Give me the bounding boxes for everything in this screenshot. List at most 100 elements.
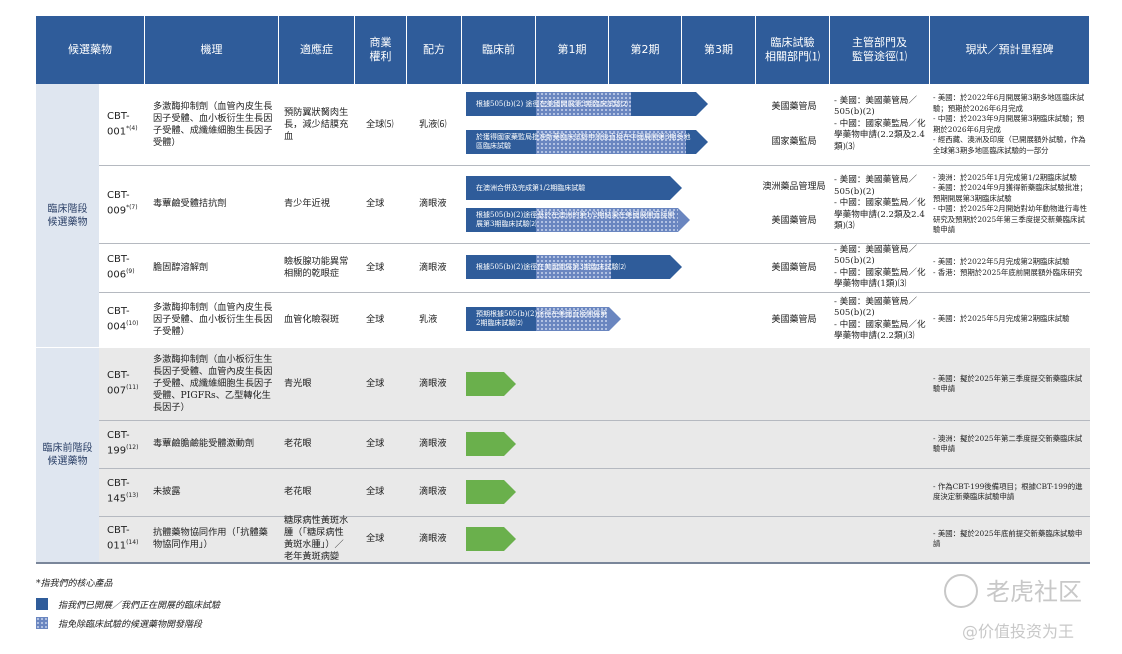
- mechanism: 毒蕈鹼受體拮抗劑: [153, 198, 227, 209]
- trial-arrow: 於獲得國家藥監局批准新藥臨床試驗申請後直接在中國展開第3期多地區臨床試驗: [466, 130, 708, 154]
- legend-conducted-swatch: [36, 598, 48, 610]
- header-phase2: 第2期: [609, 16, 682, 84]
- header-candidate: 候選藥物: [36, 16, 145, 84]
- candidate-id: CBT- 145(13): [107, 468, 147, 516]
- regulatory-pathway: - 美國：美國藥管局／505(b)(2) - 中國：國家藥監局／化學藥物申請(2…: [834, 95, 926, 152]
- candidate-footnote: *(7): [126, 204, 138, 212]
- rights: 全球: [366, 533, 385, 544]
- candidate-id: CBT- 199(12): [107, 420, 147, 468]
- header-preclinical: 臨床前: [462, 16, 536, 84]
- trial-arrow-tip: [670, 255, 682, 279]
- rights: 全球: [366, 378, 385, 389]
- trial-arrow-label: 在澳洲合併及完成第1/2期臨床試驗: [476, 183, 586, 192]
- trial-arrow-body: 於獲得國家藥監局批准新藥臨床試驗申請後直接在中國展開第3期多地區臨床試驗: [466, 130, 696, 154]
- formulation: 滴眼液: [419, 261, 447, 273]
- legend-exempt-swatch: [36, 617, 48, 629]
- rights: 全球: [366, 198, 385, 209]
- legend-core: *指我們的核心產品: [36, 579, 113, 589]
- candidate-id: CBT- 006(9): [107, 243, 147, 292]
- candidate-id: CBT- 007(11): [107, 348, 147, 420]
- formulation: 滴眼液: [419, 533, 447, 544]
- header-rights: 商業 權利: [355, 16, 407, 84]
- formulation: 乳液: [419, 313, 438, 325]
- status: - 美國：於2022年5月完成第2期臨床試驗 - 香港：預期於2025年底前開展…: [933, 257, 1083, 277]
- candidate-footnote: (9): [126, 267, 135, 275]
- formulation: 乳液⑹: [419, 118, 447, 130]
- trial-arrow-tip: [609, 307, 621, 331]
- trial-arrow-label: 根據505(b)(2)途徑在美國開展第3期臨床試驗⑵: [476, 262, 626, 271]
- mechanism: 毒蕈鹼膽鹼能受體激動劑: [153, 438, 255, 449]
- candidate-id: CBT- 009*(7): [107, 165, 147, 243]
- watermark-logo-icon: [944, 574, 978, 608]
- rights: 全球⑸: [366, 118, 394, 130]
- regulatory-pathway: - 美國：美國藥管局／505(b)(2) - 中國：國家藥監局／化學藥物申請(2…: [834, 296, 926, 342]
- preclinical-arrow-body: [466, 527, 504, 551]
- clinical-dept: 國家藥監局: [771, 137, 817, 148]
- indication: 瞼板腺功能異常相關的乾眼症: [284, 255, 349, 279]
- status: - 澳洲：於2025年1月完成第1/2期臨床試驗 - 美國：於2024年9月獲得…: [933, 172, 1087, 235]
- indication: 血管化瞼裂斑: [284, 313, 340, 325]
- candidate-footnote: (14): [126, 539, 139, 547]
- regulatory-pathway: - 美國：美國藥管局／505(b)(2) - 中國：國家藥監局／化學藥物申請(1…: [834, 244, 926, 290]
- trial-arrow: 在澳洲合併及完成第1/2期臨床試驗: [466, 176, 682, 200]
- status: - 作為CBT-199後備項目；根據CBT-199的進度決定新藥臨床試驗申請: [933, 481, 1083, 502]
- status: - 美國：擬於2025年第三季度提交新藥臨床試驗申請: [933, 373, 1083, 394]
- rights: 全球: [366, 486, 385, 497]
- mechanism: 未披露: [153, 486, 181, 497]
- trial-arrow-label: 根據505(b)(2) 途徑在美國開展第3期臨床試驗⑵: [476, 99, 628, 108]
- header-phase1: 第1期: [536, 16, 609, 84]
- rights: 全球: [366, 313, 385, 325]
- trial-arrow-body: 在澳洲合併及完成第1/2期臨床試驗: [466, 176, 670, 200]
- trial-arrow-tip: [678, 208, 690, 232]
- clinical-dept: 美國藥管局: [771, 262, 817, 273]
- trial-arrow-tip: [696, 130, 708, 154]
- preclinical-arrow-tip: [504, 372, 516, 396]
- trial-arrow-label: 根據505(b)(2)途徑基於在澳洲的第1/2期結果在美國展開直接開展第3期臨床…: [476, 211, 675, 228]
- trial-arrow: 預期根據505(b)(2)途徑在美國直接開展第2期臨床試驗⑵: [466, 307, 621, 331]
- indication: 預防翼狀胬肉生長，減少結膜充血: [284, 106, 349, 142]
- candidate-footnote: (12): [126, 444, 139, 452]
- trial-arrow-body: 預期根據505(b)(2)途徑在美國直接開展第2期臨床試驗⑵: [466, 307, 609, 331]
- indication: 青少年近視: [284, 198, 330, 209]
- trial-arrow: 根據505(b)(2)途徑基於在澳洲的第1/2期結果在美國展開直接開展第3期臨床…: [466, 208, 690, 232]
- formulation: 滴眼液: [419, 198, 447, 209]
- formulation: 滴眼液: [419, 438, 447, 449]
- header-clinical-dept: 臨床試驗 相關部門⑴: [756, 16, 830, 84]
- candidate-footnote: (10): [126, 319, 139, 327]
- formulation: 滴眼液: [419, 486, 447, 497]
- preclinical-arrow-tip: [504, 527, 516, 551]
- trial-arrow-label: 於獲得國家藥監局批准新藥臨床試驗申請後直接在中國展開第3期多地區臨床試驗: [476, 133, 691, 150]
- status: - 美國：擬於2025年底前提交新藥臨床試驗申請: [933, 528, 1083, 549]
- clinical-dept: 美國藥管局: [771, 314, 817, 325]
- trial-arrow: 根據505(b)(2)途徑在美國開展第3期臨床試驗⑵: [466, 255, 682, 279]
- preclinical-arrow-body: [466, 432, 504, 456]
- status: - 澳洲：擬於2025年第二季度提交新藥臨床試驗申請: [933, 433, 1083, 454]
- trial-arrow-body: 根據505(b)(2) 途徑在美國開展第3期臨床試驗⑵: [466, 92, 696, 116]
- indication: 老花眼: [284, 438, 312, 449]
- rights: 全球: [366, 261, 385, 273]
- status: - 美國：於2025年5月完成第2期臨床試驗: [933, 314, 1070, 324]
- status: - 美國：於2022年6月開展第3期多地區臨床試驗；預期於2026年6月完成 -…: [933, 93, 1086, 155]
- legend-exempt: 指免除臨床試驗的候選藥物開發階段: [58, 620, 203, 630]
- trial-arrow: 根據505(b)(2) 途徑在美國開展第3期臨床試驗⑵: [466, 92, 708, 116]
- header-indication: 適應症: [279, 16, 355, 84]
- preclinical-arrow: [466, 480, 516, 504]
- watermark-logo: 老虎社区: [986, 578, 1082, 606]
- candidate-footnote: *(4): [126, 124, 138, 132]
- header-regulatory: 主管部門及 監管途徑⑴: [830, 16, 930, 84]
- candidate-id: CBT- 004(10): [107, 292, 147, 347]
- mechanism: 多激酶抑制劑（血小板衍生生長因子受體、血管內皮生長因子受體、成纖維細胞生長因子受…: [153, 354, 273, 413]
- stage-clinical: 臨床階段 候選藥物: [47, 203, 88, 228]
- mechanism: 多激酶抑制劑（血管內皮生長因子受體、血小板衍生生長因子受體）: [153, 301, 273, 337]
- candidate-footnote: (13): [126, 492, 139, 500]
- mechanism: 抗體藥物協同作用（「抗體藥物協同作用」）: [153, 527, 268, 550]
- header-formulation: 配方: [407, 16, 462, 84]
- stage-preclinical: 臨床前階段 候選藥物: [42, 443, 93, 467]
- clinical-dept: 美國藥管局: [771, 101, 817, 112]
- preclinical-arrow: [466, 432, 516, 456]
- mechanism: 多激酶抑制劑（血管內皮生長因子受體、血小板衍生生長因子受體、成纖維細胞生長因子受…: [153, 100, 273, 148]
- preclinical-arrow: [466, 372, 516, 396]
- candidate-id: CBT- 011(14): [107, 516, 147, 562]
- header-mechanism: 機理: [145, 16, 279, 84]
- candidate-id: CBT- 001*(4): [107, 84, 147, 165]
